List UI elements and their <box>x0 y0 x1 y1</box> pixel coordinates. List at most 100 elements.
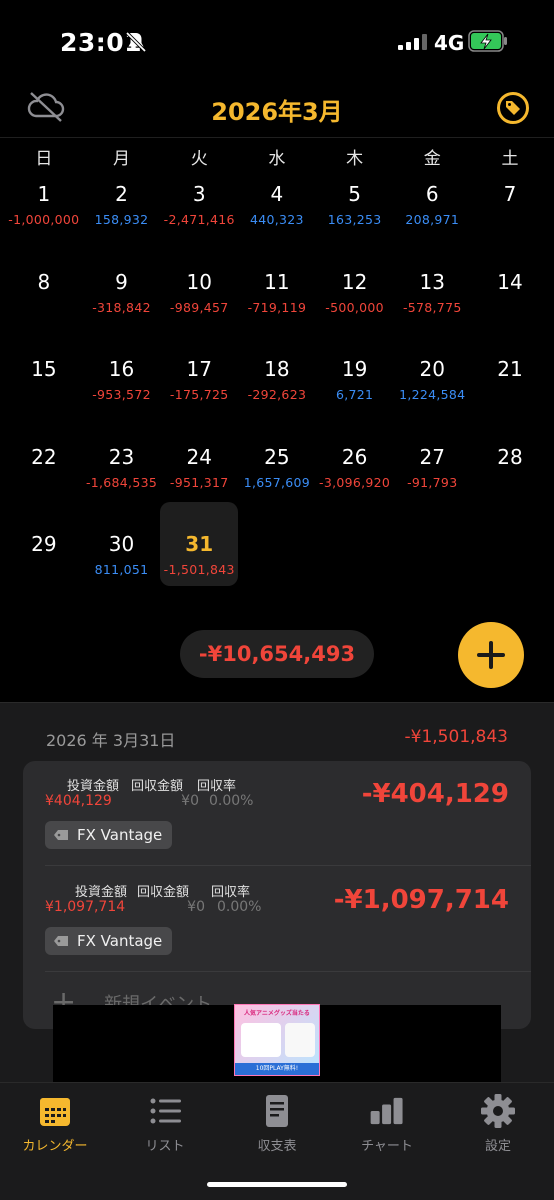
tab-label: 収支表 <box>257 1139 297 1154</box>
tag-icon <box>54 830 68 840</box>
day-number: 11 <box>264 269 290 294</box>
day-number: 8 <box>37 269 51 294</box>
tag-chip[interactable]: FX Vantage <box>45 821 173 849</box>
calendar-day[interactable]: 30 811,051 <box>83 524 161 608</box>
tag-chip[interactable]: FX Vantage <box>45 927 173 955</box>
day-number: 23 <box>108 444 135 469</box>
list-icon <box>150 1098 181 1124</box>
ad-image <box>285 1023 315 1057</box>
ad-headline: 人気アニメグッズ当たる <box>244 1010 310 1017</box>
tab-chart[interactable]: チャート <box>332 1093 442 1154</box>
home-indicator <box>207 1182 347 1187</box>
calendar-day[interactable]: 29 <box>5 524 83 608</box>
bar-chart-icon <box>370 1097 403 1125</box>
divider <box>45 971 531 972</box>
tab-settings[interactable]: 設定 <box>443 1093 553 1154</box>
day-amount: -1,501,843 <box>163 562 235 577</box>
calendar-day[interactable]: 13 -578,775 <box>393 262 471 346</box>
tag-icon[interactable] <box>497 92 529 124</box>
calendar-day[interactable]: 7 <box>471 174 549 258</box>
day-amount: -318,842 <box>92 299 151 315</box>
add-button[interactable] <box>458 622 524 688</box>
calendar-day[interactable]: 20 1,224,584 <box>393 349 471 433</box>
network-label: 4G <box>434 31 465 55</box>
day-amount: 163,253 <box>327 212 382 227</box>
calendar-day[interactable]: 17 -175,725 <box>160 349 238 433</box>
ad-banner[interactable]: 人気アニメグッズ当たる 10回PLAY無料! <box>234 1004 320 1076</box>
tab-balance-sheet[interactable]: 収支表 <box>222 1093 332 1154</box>
day-number: 13 <box>419 269 445 294</box>
tab-label: カレンダー <box>22 1139 88 1154</box>
calendar-day[interactable]: 26 -3,096,920 <box>316 437 394 521</box>
tag-label: FX Vantage <box>77 932 163 950</box>
day-number: 2 <box>115 182 128 206</box>
day-number: 5 <box>348 182 361 206</box>
tab-label: チャート <box>361 1139 413 1154</box>
weekday-label: 土 <box>501 149 519 169</box>
day-amount: 208,971 <box>405 212 460 227</box>
tab-list[interactable]: リスト <box>110 1093 220 1154</box>
calendar-day[interactable]: 27 -91,793 <box>393 437 471 521</box>
calendar-day[interactable]: 1 -1,000,000 <box>5 174 83 258</box>
calendar-day[interactable]: 8 <box>5 262 83 346</box>
day-number: 29 <box>31 532 57 556</box>
calendar-day[interactable]: 2 158,932 <box>83 174 161 258</box>
calendar-day[interactable]: 9 -318,842 <box>83 262 161 346</box>
month-title[interactable]: 2026年3月 <box>0 92 554 127</box>
calendar-day[interactable]: 28 <box>471 437 549 521</box>
calendar-day[interactable]: 23 -1,684,535 <box>83 437 161 521</box>
calendar-day[interactable]: 25 1,657,609 <box>238 437 316 521</box>
day-number: 15 <box>31 357 57 381</box>
day-amount: -1,684,535 <box>85 474 158 490</box>
weekday-label: 日 <box>35 149 53 169</box>
calendar-day[interactable]: 15 <box>5 349 83 433</box>
tab-calendar[interactable]: カレンダー <box>0 1093 110 1154</box>
day-amount: 1,657,609 <box>243 474 311 490</box>
event-row[interactable]: 投資金額 回収金額 回収率 ¥404,129 ¥0 0.00% -¥404,12… <box>23 761 531 865</box>
day-amount: -292,623 <box>247 387 307 402</box>
calendar-day[interactable]: 3 -2,471,416 <box>160 174 238 258</box>
day-number: 17 <box>186 357 212 381</box>
calendar-day[interactable]: 6 208,971 <box>393 174 471 258</box>
calendar-day[interactable]: 11 -719,119 <box>238 262 316 346</box>
weekday-label: 月 <box>113 149 131 169</box>
recovered-value: ¥0 <box>187 899 205 915</box>
month-total: -¥10,654,493 <box>180 630 374 678</box>
day-amount: 1,224,584 <box>399 387 466 402</box>
entry-values: ¥1,097,714 ¥0 0.00% <box>45 899 261 915</box>
event-row[interactable]: 投資金額 回収金額 回収率 ¥1,097,714 ¥0 0.00% -¥1,09… <box>23 867 531 971</box>
calendar-day[interactable]: 10 -989,457 <box>160 262 238 346</box>
calendar-day[interactable]: 4 440,323 <box>238 174 316 258</box>
bell-muted-icon <box>125 31 147 53</box>
selected-date: 2026 年 3月31日 <box>46 731 176 750</box>
event-amount: -¥1,097,714 <box>333 885 509 915</box>
battery-charging-icon <box>468 30 507 52</box>
calendar-day[interactable]: 12 -500,000 <box>316 262 394 346</box>
rate-value: 0.00% <box>217 899 262 915</box>
day-number: 25 <box>264 444 290 469</box>
rate-label: 回収率 <box>211 885 251 900</box>
invest-value: ¥404,129 <box>45 793 112 809</box>
calendar-day[interactable]: 18 -292,623 <box>238 349 316 433</box>
calendar-day[interactable]: 31 -1,501,843 <box>160 502 239 586</box>
calendar-day[interactable]: 16 -953,572 <box>83 349 161 433</box>
entry-labels: 投資金額 回収金額 回収率 <box>75 881 250 900</box>
calendar-week: 29 30 811,051 31 -1,501,843 <box>5 502 549 612</box>
calendar-day-empty <box>238 524 316 608</box>
calendar-day[interactable]: 21 <box>471 349 549 433</box>
day-amount: -500,000 <box>325 299 384 315</box>
day-number: 26 <box>341 444 368 469</box>
divider <box>45 865 531 866</box>
weekday-label: 金 <box>423 149 441 169</box>
day-amount: -175,725 <box>169 387 229 402</box>
calendar-day[interactable]: 14 <box>471 262 549 346</box>
day-number: 31 <box>185 532 214 556</box>
signal-icon <box>398 34 427 50</box>
calendar-day[interactable]: 5 163,253 <box>316 174 394 258</box>
day-number: 22 <box>31 444 57 469</box>
calendar-day[interactable]: 19 6,721 <box>316 349 394 433</box>
invest-label: 投資金額 <box>75 885 128 900</box>
gear-icon <box>481 1094 515 1128</box>
day-number: 27 <box>419 444 445 469</box>
calendar-day[interactable]: 22 <box>5 437 83 521</box>
